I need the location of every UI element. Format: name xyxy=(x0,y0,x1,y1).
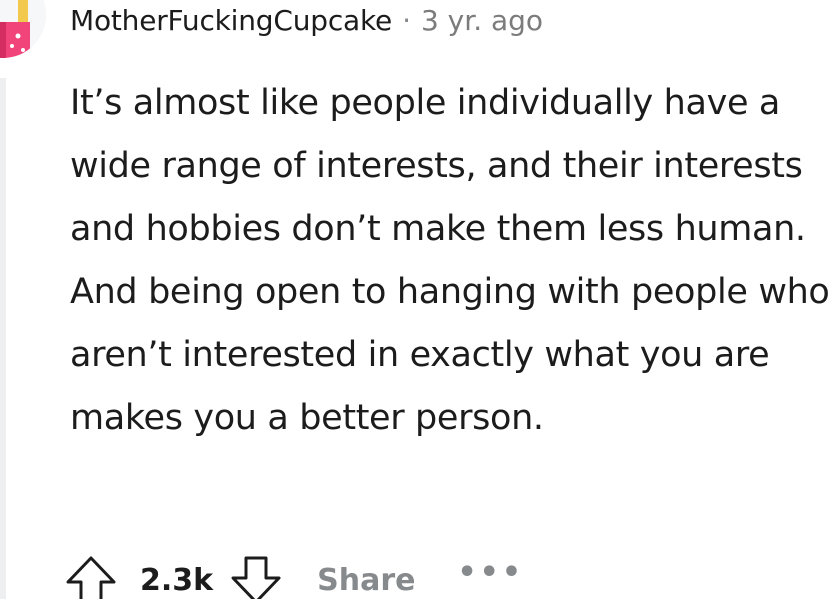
upvote-button[interactable] xyxy=(64,553,118,599)
username-link[interactable]: MotherFuckingCupcake xyxy=(70,4,392,37)
thread-line[interactable] xyxy=(0,78,6,599)
cupcake-avatar-icon xyxy=(0,0,46,58)
comment: MotherFuckingCupcake · 3 yr. ago It’s al… xyxy=(0,0,837,599)
comment-meta: MotherFuckingCupcake · 3 yr. ago xyxy=(70,0,543,40)
vote-score: 2.3k xyxy=(140,562,214,598)
timestamp[interactable]: 3 yr. ago xyxy=(421,4,543,37)
comment-actions: 2.3k Share ••• xyxy=(64,548,524,599)
upvote-arrow-icon xyxy=(66,556,116,599)
share-button[interactable]: Share xyxy=(317,563,415,598)
more-options-icon[interactable]: ••• xyxy=(457,555,524,590)
meta-separator: · xyxy=(402,3,411,37)
avatar[interactable] xyxy=(0,0,46,58)
downvote-button[interactable] xyxy=(229,553,283,599)
comment-body: It’s almost like people individually hav… xyxy=(70,83,830,438)
downvote-arrow-icon xyxy=(231,556,281,599)
